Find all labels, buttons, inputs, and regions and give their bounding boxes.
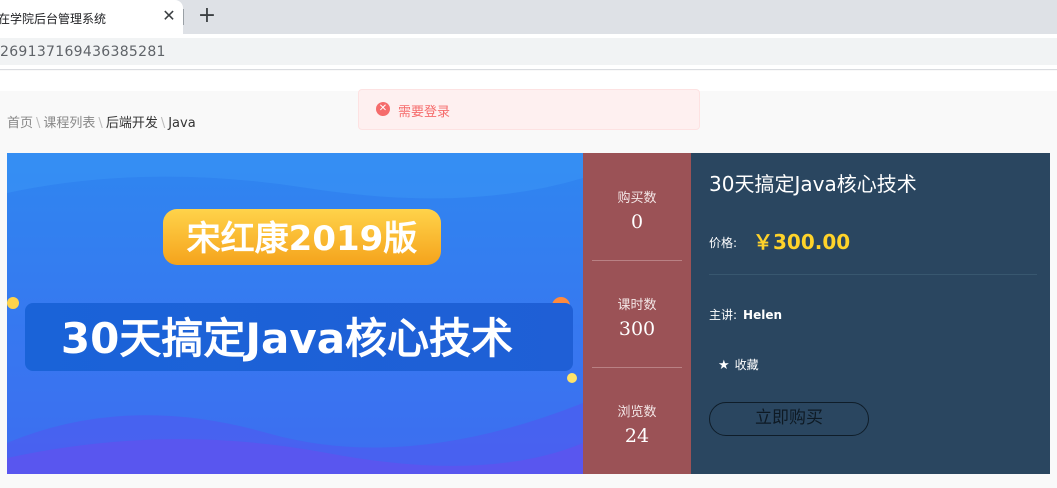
stat-label: 课时数 — [617, 298, 657, 313]
banner-edition-text: 宋红康2019版 — [187, 219, 418, 259]
browser-toolbar: 269137169436385281 — [0, 34, 1057, 70]
new-tab-icon[interactable]: + — [196, 5, 218, 27]
star-icon: ★ — [718, 358, 730, 373]
breadcrumb-home[interactable]: 首页 — [7, 116, 33, 131]
breadcrumb-separator: \ — [98, 116, 103, 131]
close-icon[interactable]: ✕ — [160, 7, 178, 25]
lesson-count-stat: 课时数 300 — [583, 260, 691, 367]
breadcrumb-separator: \ — [160, 116, 166, 131]
divider — [709, 274, 1037, 275]
address-bar-text[interactable]: 269137169436385281 — [0, 44, 166, 60]
teacher-label: 主讲: — [709, 308, 738, 322]
breadcrumb-current: Java — [168, 116, 196, 131]
purchase-count-stat: 购买数 0 — [583, 153, 691, 260]
course-cover-image: 宋红康2019版 30天搞定Java核心技术 — [7, 153, 583, 474]
course-info-panel: 30天搞定Java核心技术 价格: ￥300.00 主讲: Helen ★ 收藏 立… — [691, 153, 1050, 474]
price-label: 价格: — [709, 236, 738, 250]
error-icon: ✕ — [376, 102, 390, 116]
course-stats-panel: 购买数 0 课时数 300 浏览数 24 — [583, 153, 691, 474]
price-value: ￥300.00 — [753, 230, 851, 254]
stat-value: 24 — [624, 425, 650, 447]
browser-tab-bar: 在学院后台管理系统 ✕ + — [0, 0, 1057, 34]
stat-value: 0 — [630, 211, 644, 233]
toast-message: 需要登录 — [398, 105, 451, 120]
favorite-label: 收藏 — [734, 358, 759, 372]
browser-tab[interactable]: 在学院后台管理系统 ✕ — [0, 0, 183, 34]
teacher-line: 主讲: Helen — [709, 306, 782, 323]
breadcrumb-category[interactable]: 后端开发 — [106, 116, 158, 131]
banner-headline-text: 30天搞定Java核心技术 — [61, 314, 513, 363]
favorite-button[interactable]: ★ 收藏 — [718, 356, 759, 373]
teacher-name: Helen — [743, 308, 783, 322]
breadcrumb-separator: \ — [36, 116, 41, 131]
address-bar[interactable]: 269137169436385281 — [0, 38, 1057, 65]
breadcrumb: 首页 \ 课程列表 \ 后端开发 \ Java — [7, 112, 196, 131]
breadcrumb-course-list[interactable]: 课程列表 — [43, 116, 95, 131]
stat-label: 浏览数 — [617, 405, 657, 420]
stat-label: 购买数 — [617, 191, 657, 206]
error-toast: ✕ 需要登录 — [358, 89, 700, 130]
course-title: 30天搞定Java核心技术 — [709, 172, 917, 196]
stat-value: 300 — [618, 318, 656, 340]
page-header-strip — [0, 71, 1057, 91]
buy-now-button[interactable]: 立即购买 — [709, 402, 869, 436]
tab-title: 在学院后台管理系统 — [0, 12, 107, 26]
view-count-stat: 浏览数 24 — [583, 367, 691, 474]
tab-separator — [183, 9, 184, 25]
